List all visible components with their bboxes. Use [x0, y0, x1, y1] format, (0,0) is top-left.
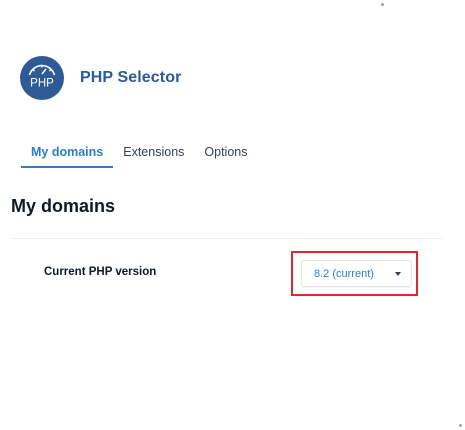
php-version-label: Current PHP version [44, 266, 157, 278]
chevron-down-icon [395, 271, 401, 276]
divider [11, 238, 443, 239]
section-title: My domains [11, 196, 116, 216]
decorative-dot [459, 424, 462, 427]
tab-my-domains[interactable]: My domains [21, 138, 114, 168]
php-version-value: 8.2 (current) [314, 267, 374, 280]
app-title: PHP Selector [80, 69, 182, 86]
php-logo-icon: PHP [20, 56, 64, 100]
tab-extensions[interactable]: Extensions [113, 138, 194, 168]
app-header: PHP PHP Selector [20, 56, 181, 100]
php-version-select[interactable]: 8.2 (current) [301, 260, 412, 287]
decorative-dot [381, 3, 384, 6]
tab-bar: My domains Extensions Options [21, 138, 258, 168]
logo-text: PHP [30, 78, 54, 90]
tab-options[interactable]: Options [194, 138, 257, 168]
